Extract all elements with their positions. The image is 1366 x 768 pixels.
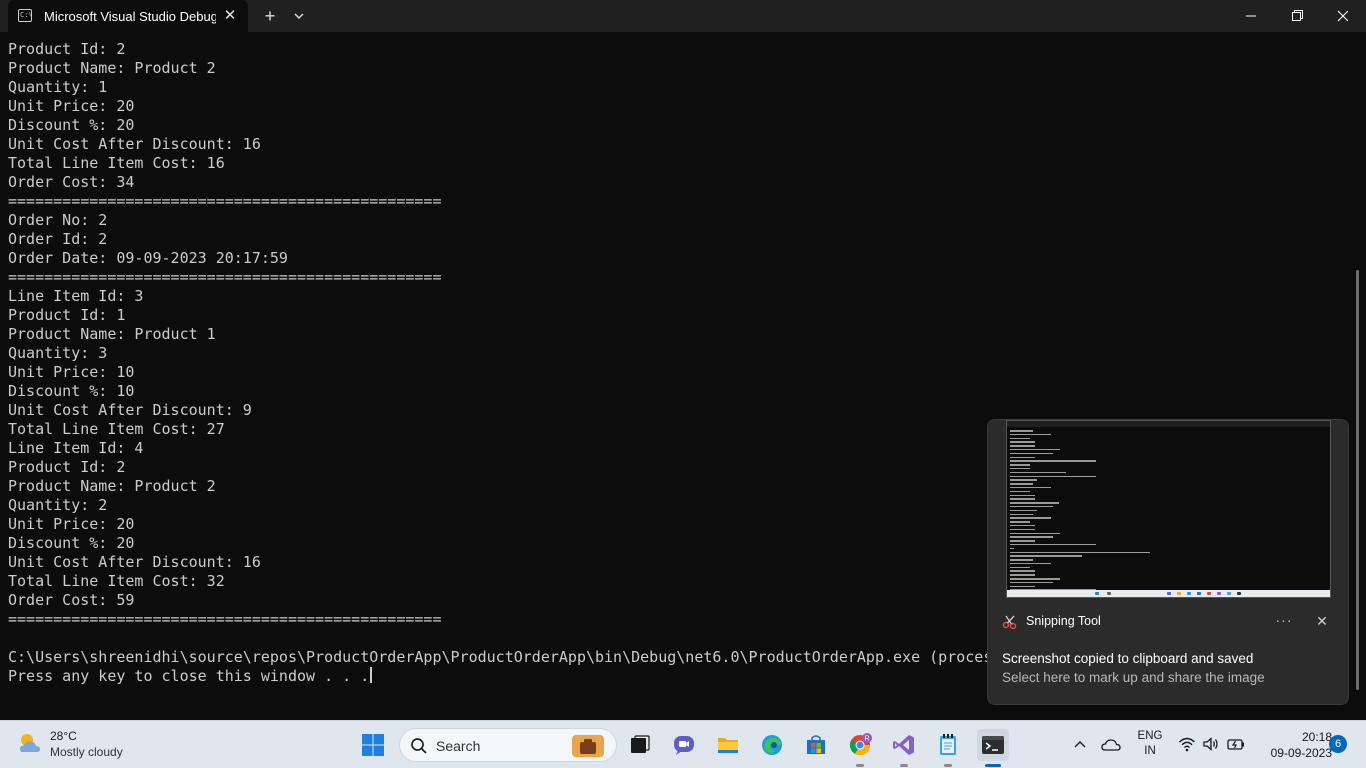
console-line: Press any key to close this window . . . bbox=[8, 667, 992, 686]
console-line: Product Id: 1 bbox=[8, 306, 126, 324]
chrome-profile-initial: R bbox=[864, 736, 869, 743]
console-line: Order Date: 09-09-2023 20:17:59 bbox=[8, 249, 288, 267]
onedrive-cloud-icon[interactable] bbox=[1100, 735, 1122, 755]
system-clock[interactable]: 20:18 09-09-2023 bbox=[1252, 729, 1332, 761]
weather-description: Mostly cloudy bbox=[50, 745, 123, 759]
clock-time: 20:18 bbox=[1301, 730, 1332, 744]
console-line: Quantity: 1 bbox=[8, 78, 108, 96]
console-line: Unit Price: 10 bbox=[8, 363, 135, 381]
toast-heading: Screenshot copied to clipboard and saved bbox=[1002, 651, 1254, 666]
console-line: Unit Cost After Discount: 9 bbox=[8, 401, 252, 419]
toast-close-icon[interactable]: ✕ bbox=[1312, 611, 1332, 631]
task-view-button[interactable] bbox=[624, 729, 656, 761]
console-line: Product Id: 2 bbox=[8, 40, 126, 58]
running-indicator bbox=[944, 764, 952, 767]
notepad-icon[interactable] bbox=[932, 729, 964, 767]
region-code: IN bbox=[1144, 745, 1156, 757]
show-hidden-icons-chevron-icon[interactable] bbox=[1070, 735, 1090, 755]
terminal-icon[interactable] bbox=[977, 729, 1009, 767]
weather-temperature: 28°C bbox=[50, 729, 77, 743]
toast-body: Select here to mark up and share the ima… bbox=[1002, 670, 1265, 685]
console-line: Unit Cost After Discount: 16 bbox=[8, 553, 261, 571]
taskbar: 28°C Mostly cloudy Search R ENG IN 20:18… bbox=[0, 720, 1366, 768]
console-line: Discount %: 20 bbox=[8, 534, 135, 552]
battery-charging-icon[interactable] bbox=[1226, 735, 1246, 753]
console-line: Product Name: Product 2 bbox=[8, 477, 216, 495]
console-line: Total Line Item Cost: 32 bbox=[8, 572, 225, 590]
snipping-tool-icon bbox=[1002, 614, 1018, 630]
terminal-tab[interactable]: C:\ Microsoft Visual Studio Debug ✕ bbox=[8, 0, 248, 32]
tab-close-icon[interactable]: ✕ bbox=[220, 6, 240, 26]
console-line: Total Line Item Cost: 16 bbox=[8, 154, 225, 172]
more-options-icon[interactable]: ··· bbox=[1272, 610, 1296, 630]
notification-count-badge[interactable]: 6 bbox=[1329, 735, 1347, 753]
visual-studio-icon[interactable] bbox=[888, 729, 920, 767]
teams-chat-icon[interactable] bbox=[668, 729, 700, 761]
input-language-indicator[interactable]: ENG IN bbox=[1134, 729, 1166, 759]
active-indicator bbox=[985, 764, 1001, 767]
search-icon bbox=[410, 737, 428, 755]
console-line: Unit Price: 20 bbox=[8, 515, 135, 533]
clock-date: 09-09-2023 bbox=[1270, 746, 1332, 760]
console-line: Line Item Id: 4 bbox=[8, 439, 144, 457]
restore-button[interactable] bbox=[1274, 0, 1320, 32]
wifi-icon[interactable] bbox=[1178, 735, 1196, 753]
microsoft-store-icon[interactable] bbox=[800, 729, 832, 761]
edge-icon[interactable] bbox=[756, 729, 788, 761]
language-code: ENG bbox=[1137, 730, 1163, 742]
start-button[interactable] bbox=[361, 733, 385, 757]
console-scrollbar[interactable] bbox=[1356, 270, 1359, 690]
console-text: Product Id: 2 Product Name: Product 2 Quan… bbox=[8, 40, 992, 686]
cloudy-weather-icon bbox=[16, 730, 44, 758]
snipping-tool-notification[interactable]: Snipping Tool ··· ✕ Screenshot copied to… bbox=[987, 419, 1349, 705]
console-line: Order Cost: 59 bbox=[8, 591, 135, 609]
console-line: ========================================… bbox=[8, 192, 442, 210]
weather-widget[interactable]: 28°C Mostly cloudy bbox=[14, 728, 164, 762]
tab-title: Microsoft Visual Studio Debug bbox=[44, 9, 216, 24]
file-explorer-icon[interactable] bbox=[712, 729, 744, 761]
console-line: Line Item Id: 3 bbox=[8, 287, 144, 305]
toast-app-name: Snipping Tool bbox=[1026, 614, 1101, 628]
close-window-button[interactable] bbox=[1320, 0, 1366, 32]
new-tab-button[interactable]: + bbox=[259, 5, 281, 27]
console-line: Total Line Item Cost: 27 bbox=[8, 420, 225, 438]
console-line: Product Name: Product 2 bbox=[8, 59, 216, 77]
text-cursor bbox=[370, 667, 373, 683]
chrome-icon[interactable]: R bbox=[844, 729, 876, 767]
console-line: Order No: 2 bbox=[8, 211, 108, 229]
console-line: ========================================… bbox=[8, 268, 442, 286]
console-line: Quantity: 2 bbox=[8, 496, 108, 514]
console-line: Order Id: 2 bbox=[8, 230, 108, 248]
running-indicator bbox=[900, 764, 908, 767]
console-line: Quantity: 3 bbox=[8, 344, 108, 362]
console-line: ========================================… bbox=[8, 610, 442, 628]
console-line: Product Name: Product 1 bbox=[8, 325, 216, 343]
search-placeholder: Search bbox=[436, 738, 481, 754]
console-line: Discount %: 10 bbox=[8, 382, 135, 400]
console-line: Unit Cost After Discount: 16 bbox=[8, 135, 261, 153]
console-line: Product Id: 2 bbox=[8, 458, 126, 476]
taskbar-search[interactable]: Search bbox=[399, 728, 617, 762]
console-line: Order Cost: 34 bbox=[8, 173, 135, 191]
volume-icon[interactable] bbox=[1202, 735, 1220, 753]
search-highlight-icon bbox=[566, 733, 610, 759]
title-bar: C:\ Microsoft Visual Studio Debug ✕ + bbox=[0, 0, 1366, 32]
screenshot-thumbnail[interactable] bbox=[1006, 420, 1331, 598]
running-indicator bbox=[856, 764, 864, 767]
console-line: Discount %: 20 bbox=[8, 116, 135, 134]
console-line: C:\Users\shreenidhi\source\repos\Product… bbox=[8, 648, 993, 666]
console-line: Unit Price: 20 bbox=[8, 97, 135, 115]
tab-dropdown-chevron-icon[interactable] bbox=[289, 6, 309, 26]
console-icon: C:\ bbox=[18, 9, 33, 22]
minimize-button[interactable] bbox=[1228, 0, 1274, 32]
